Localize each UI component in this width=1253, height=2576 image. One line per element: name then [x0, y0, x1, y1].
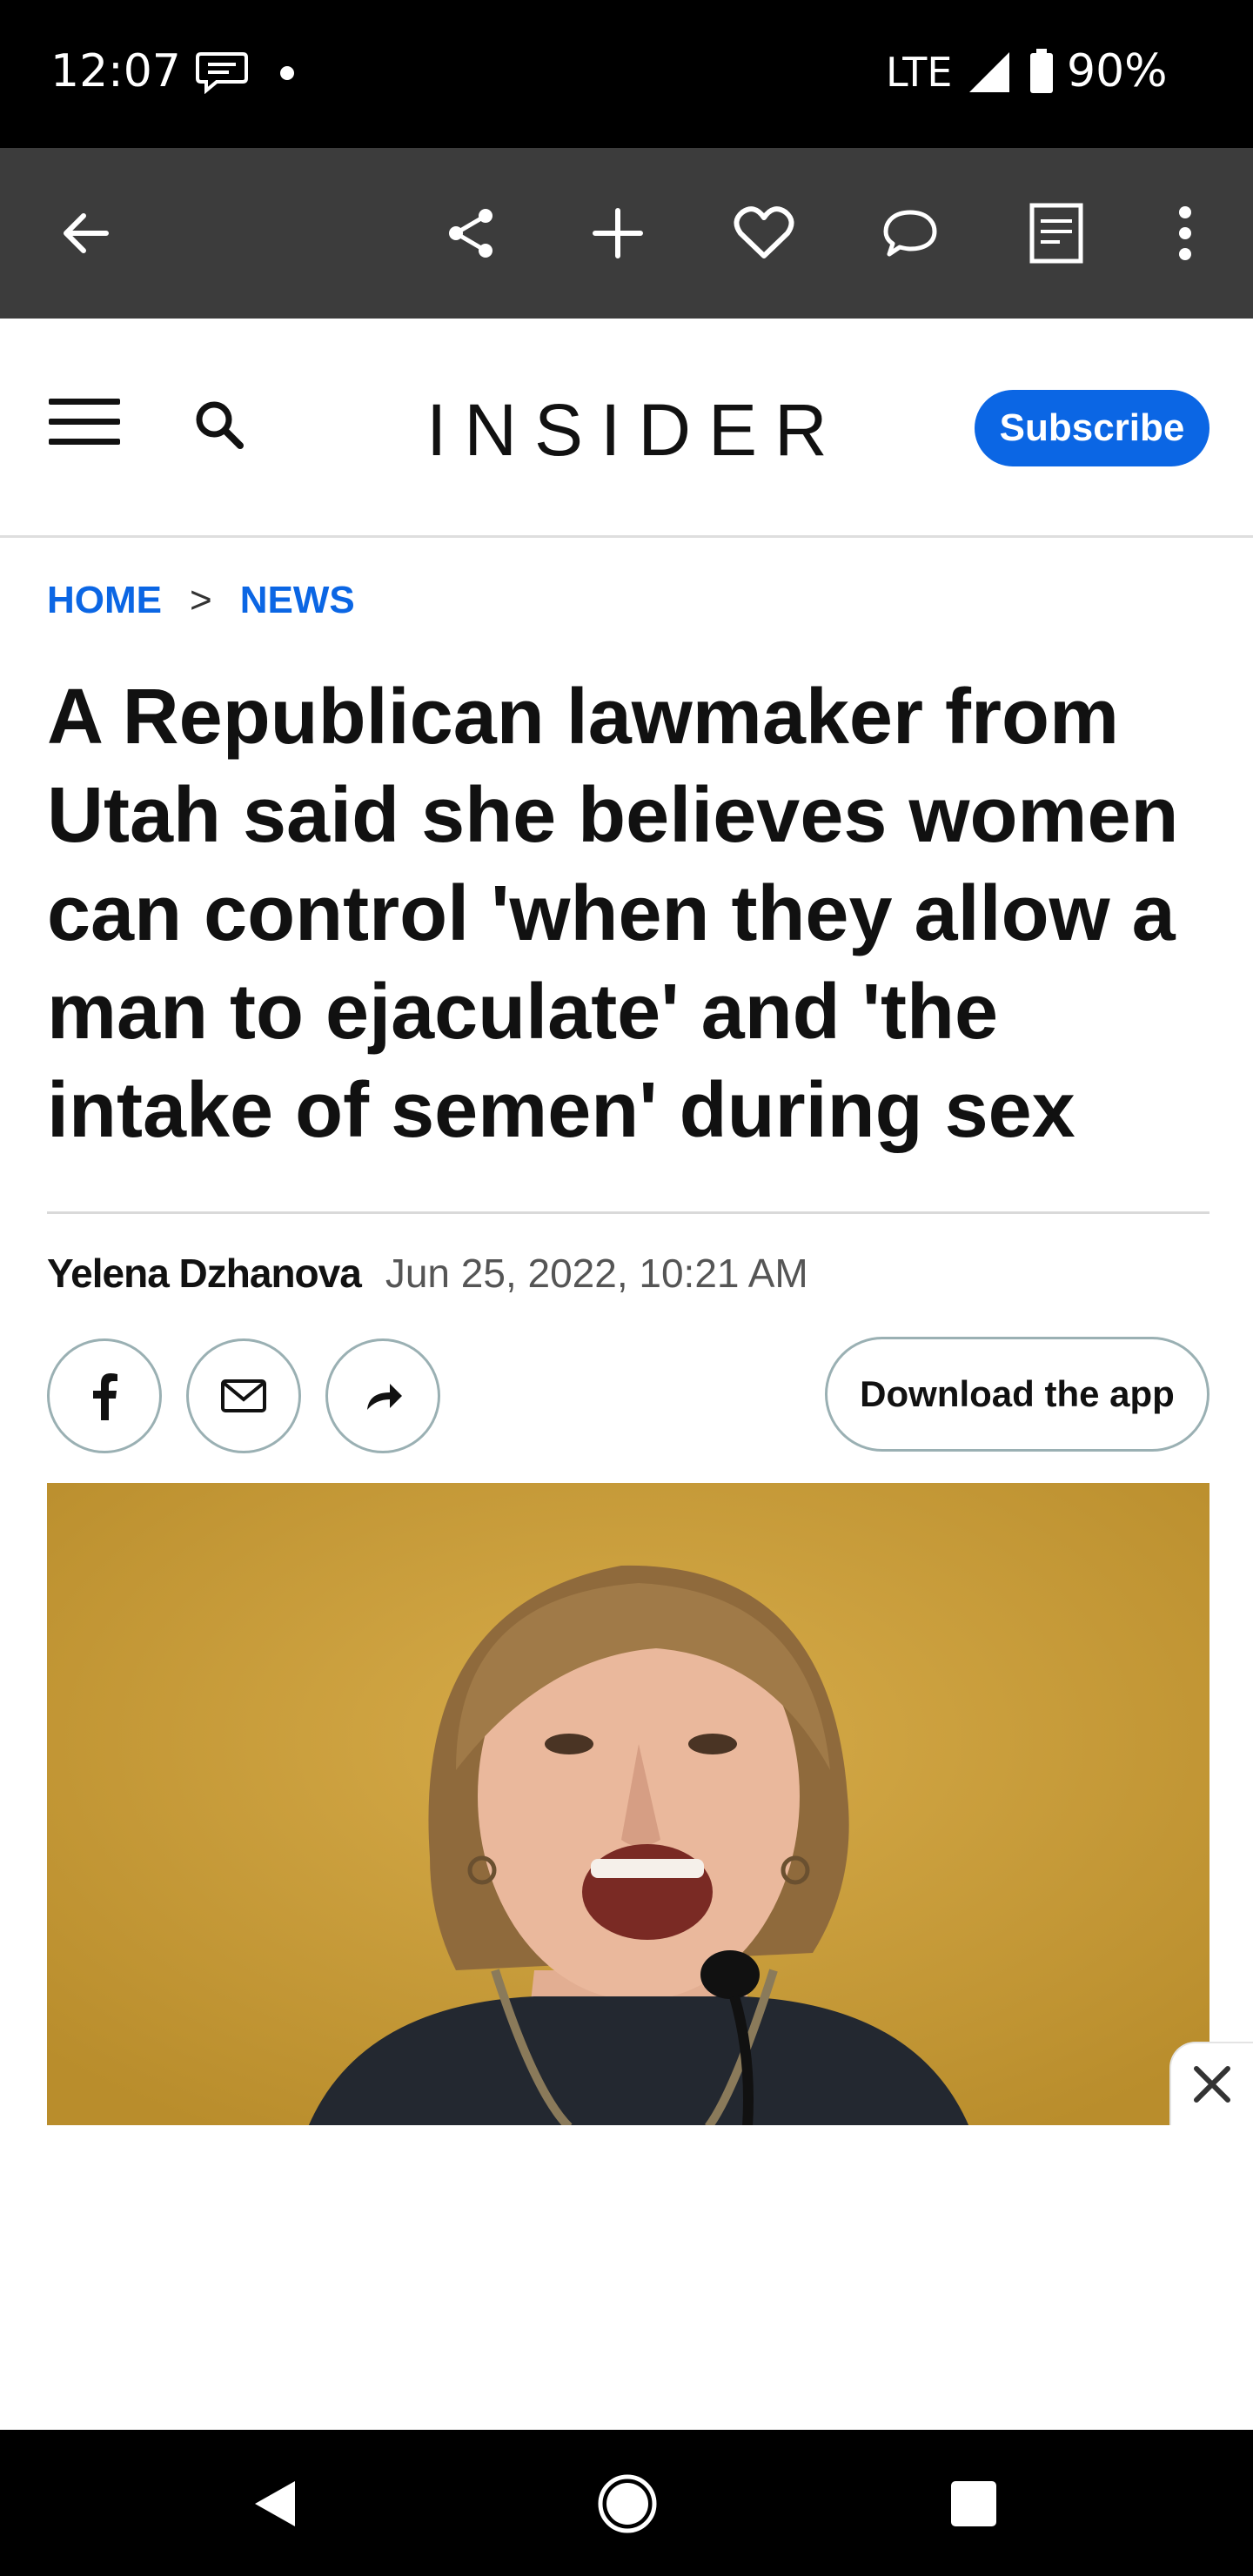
- byline: Yelena Dzhanova Jun 25, 2022, 10:21 AM: [47, 1250, 808, 1302]
- back-triangle-icon[interactable]: [237, 2465, 315, 2543]
- site-logo[interactable]: INSIDER: [426, 388, 845, 473]
- system-nav-bar: [0, 2430, 1253, 2576]
- reader-icon[interactable]: [1022, 198, 1091, 268]
- hamburger-menu-icon[interactable]: [49, 399, 120, 451]
- article-photo: [47, 1483, 1209, 2127]
- more-vert-icon[interactable]: [1150, 198, 1220, 268]
- subscribe-button[interactable]: Subscribe: [975, 390, 1209, 466]
- back-arrow-icon[interactable]: [50, 198, 120, 268]
- download-app-button[interactable]: Download the app: [825, 1337, 1209, 1452]
- author-name[interactable]: Yelena Dzhanova: [47, 1250, 362, 1297]
- email-icon: [221, 1379, 266, 1412]
- headline-divider: [47, 1211, 1209, 1214]
- breadcrumb-home[interactable]: HOME: [47, 579, 162, 622]
- close-ad-button[interactable]: [1169, 2042, 1253, 2125]
- message-icon: [196, 52, 248, 94]
- ad-banner: [0, 2125, 1253, 2430]
- notification-dot: [280, 66, 294, 80]
- site-header: INSIDER Subscribe: [0, 319, 1253, 538]
- status-time: 12:07: [50, 45, 181, 97]
- home-circle-icon[interactable]: [588, 2465, 667, 2543]
- article-headline: A Republican lawmaker from Utah said she…: [47, 674, 1179, 1154]
- share-arrow-icon: [367, 1384, 402, 1410]
- battery-percent: 90%: [1067, 45, 1168, 97]
- search-icon[interactable]: [190, 395, 251, 456]
- breadcrumb-news[interactable]: NEWS: [240, 579, 355, 622]
- heart-icon[interactable]: [729, 198, 799, 268]
- recents-square-icon[interactable]: [935, 2465, 1013, 2543]
- plus-icon[interactable]: [583, 198, 653, 268]
- browser-toolbar: [0, 148, 1253, 319]
- share-icon[interactable]: [437, 198, 506, 268]
- more-share-button[interactable]: [325, 1338, 440, 1453]
- breadcrumb-separator: >: [190, 579, 212, 621]
- network-type: LTE: [886, 49, 953, 96]
- facebook-share-button[interactable]: [47, 1338, 162, 1453]
- breadcrumb: HOME > NEWS: [47, 574, 355, 627]
- close-icon: [1194, 2066, 1230, 2103]
- battery-icon: [1030, 49, 1053, 93]
- signal-icon: [969, 52, 1009, 92]
- facebook-icon: [93, 1373, 117, 1420]
- comment-icon[interactable]: [875, 198, 945, 268]
- status-bar: 12:07 LTE 90%: [0, 0, 1253, 148]
- email-share-button[interactable]: [186, 1338, 301, 1453]
- publish-date: Jun 25, 2022, 10:21 AM: [385, 1251, 808, 1296]
